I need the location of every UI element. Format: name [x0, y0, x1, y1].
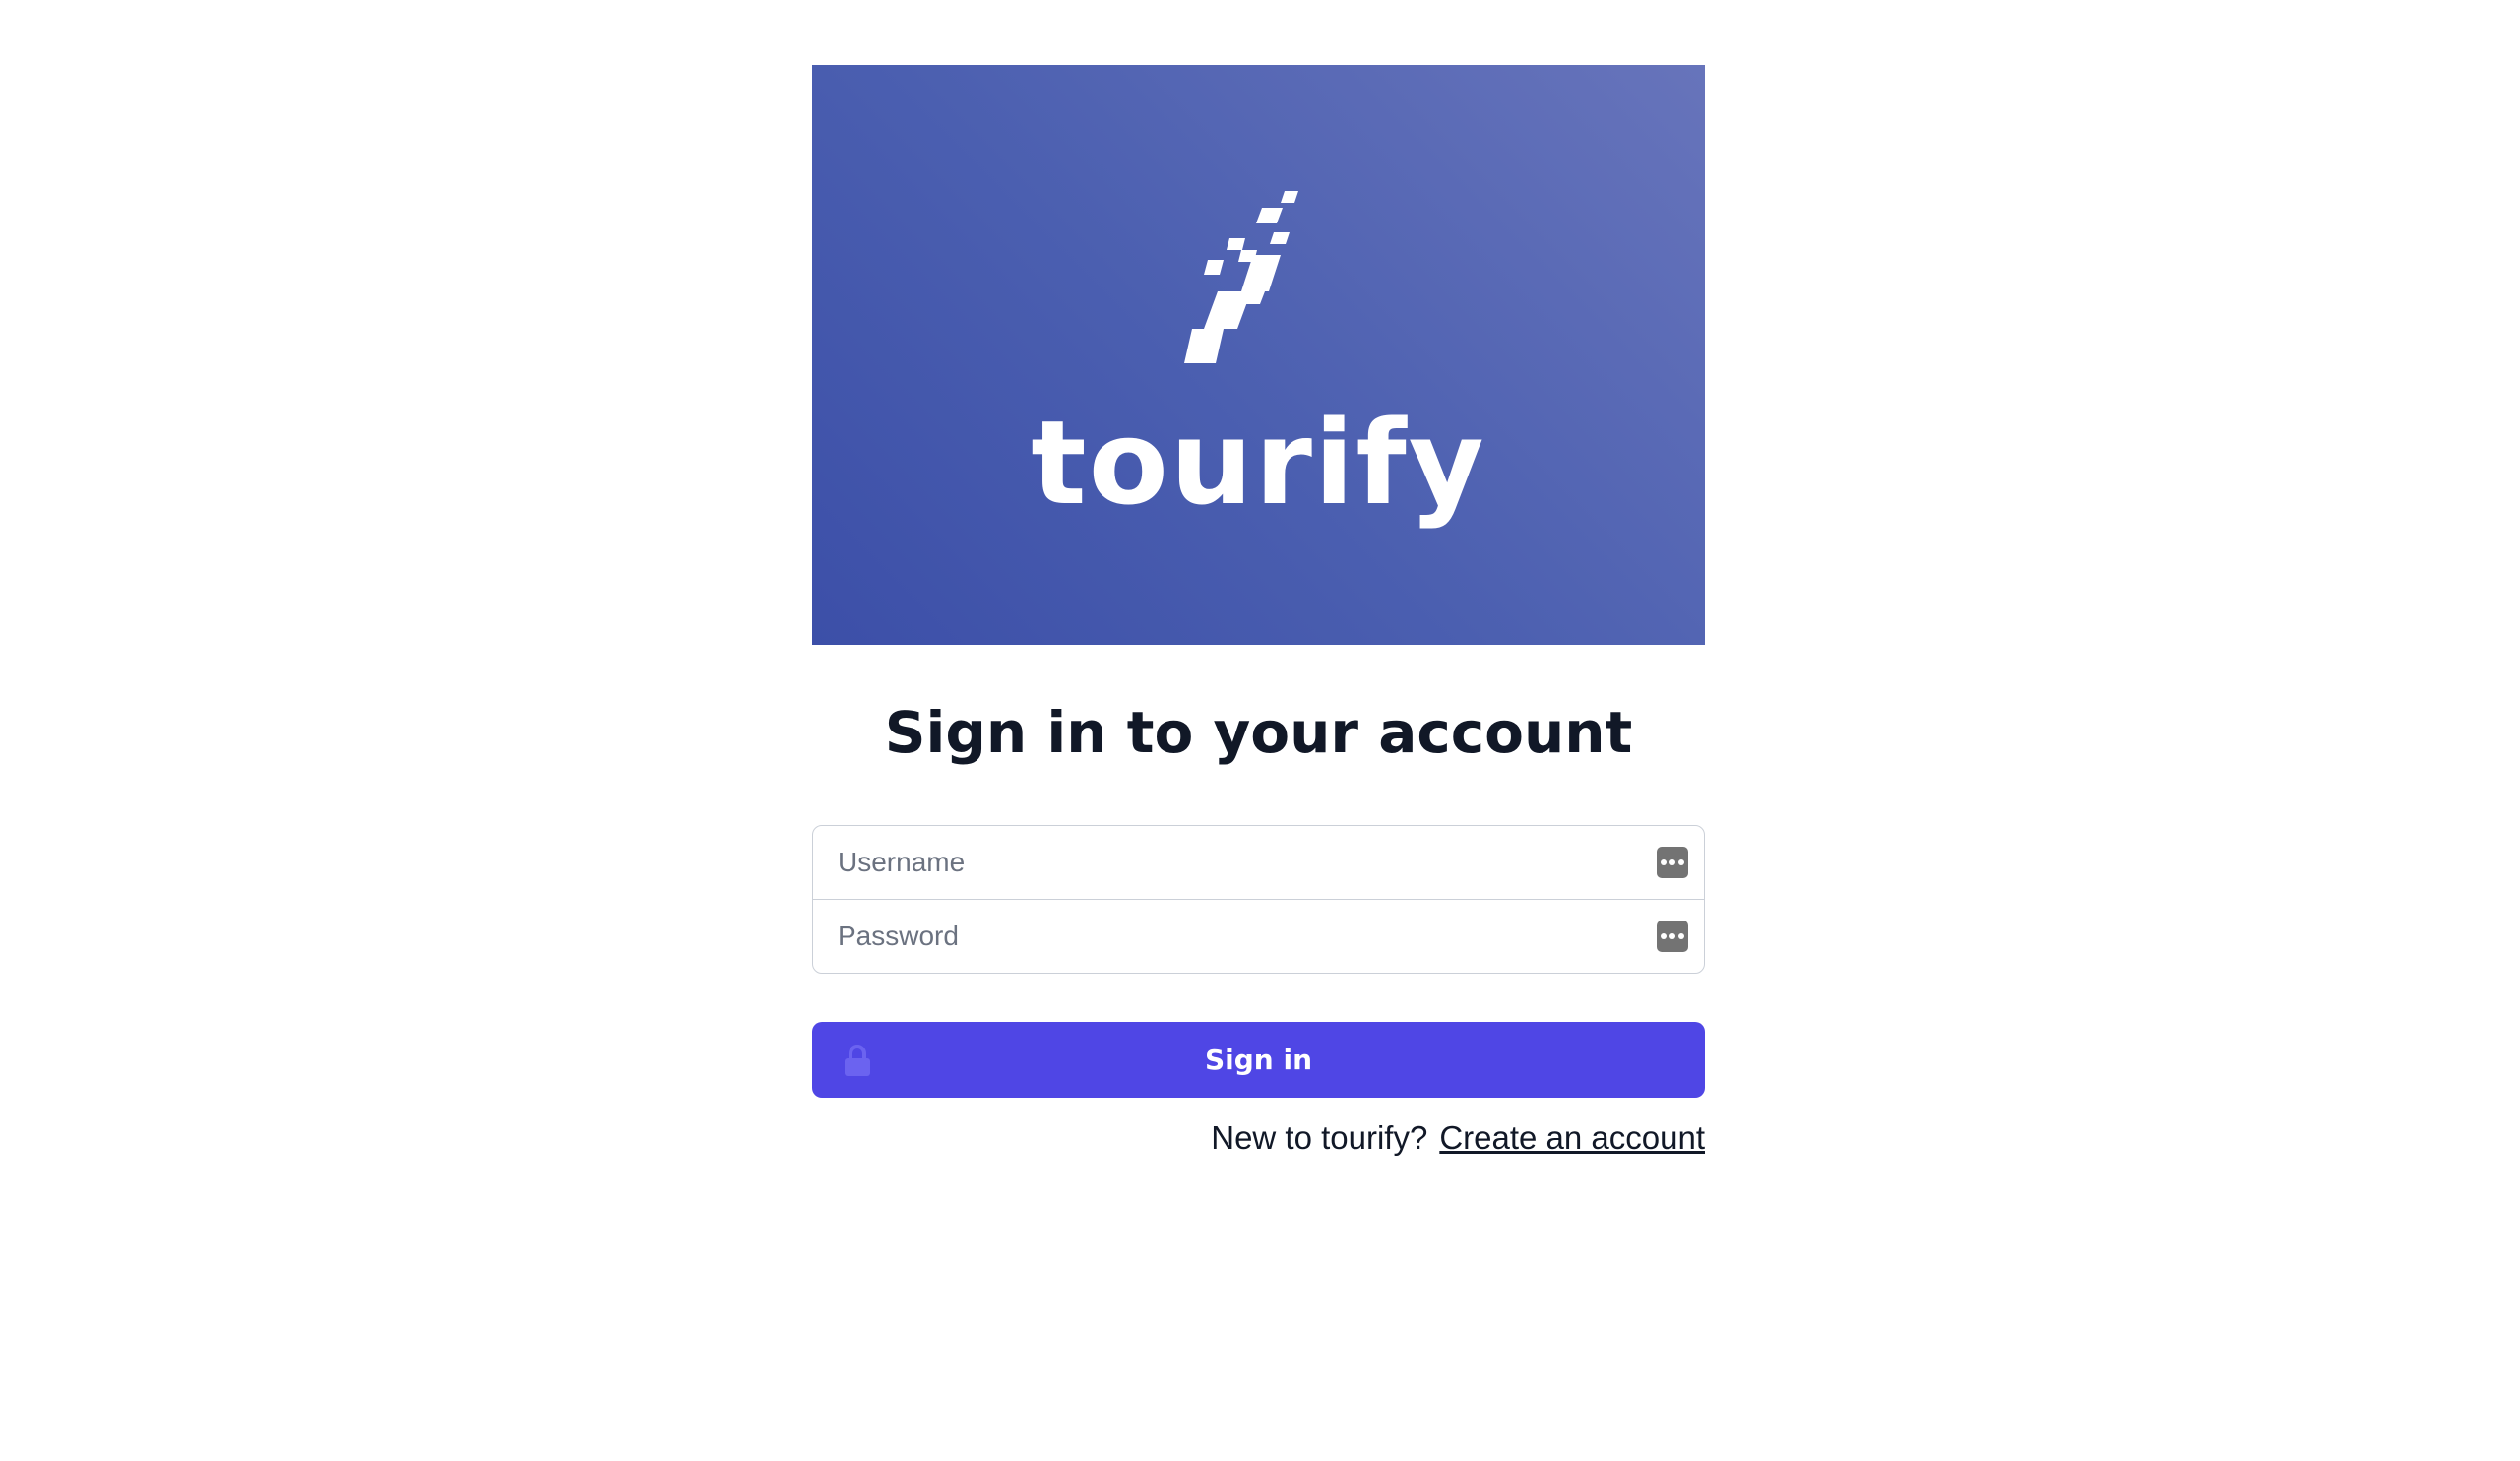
- credentials-fields: [812, 824, 1705, 974]
- create-account-link[interactable]: Create an account: [1439, 1119, 1705, 1156]
- sign-in-button[interactable]: Sign in: [812, 1021, 1705, 1098]
- username-input[interactable]: [813, 827, 1645, 897]
- brand-banner: tourify: [812, 65, 1705, 645]
- login-page: tourify Sign in to your account Username…: [0, 0, 2520, 1461]
- signup-prompt: New to tourify? Create an account: [812, 1119, 1705, 1157]
- login-container: tourify Sign in to your account Username…: [812, 65, 1705, 1157]
- lock-icon: [845, 1044, 870, 1076]
- checkered-flag-icon: [1184, 191, 1298, 363]
- page-title: Sign in to your account: [884, 699, 1633, 766]
- sign-in-label: Sign in: [1204, 1043, 1313, 1076]
- password-field-row: [813, 898, 1704, 973]
- signup-prompt-text: New to tourify?: [1211, 1118, 1428, 1156]
- password-input[interactable]: [813, 901, 1645, 971]
- username-field-row: [813, 826, 1704, 899]
- password-manager-icon[interactable]: [1657, 920, 1688, 952]
- brand-wordmark: tourify: [1031, 395, 1486, 531]
- password-manager-icon[interactable]: [1657, 846, 1688, 878]
